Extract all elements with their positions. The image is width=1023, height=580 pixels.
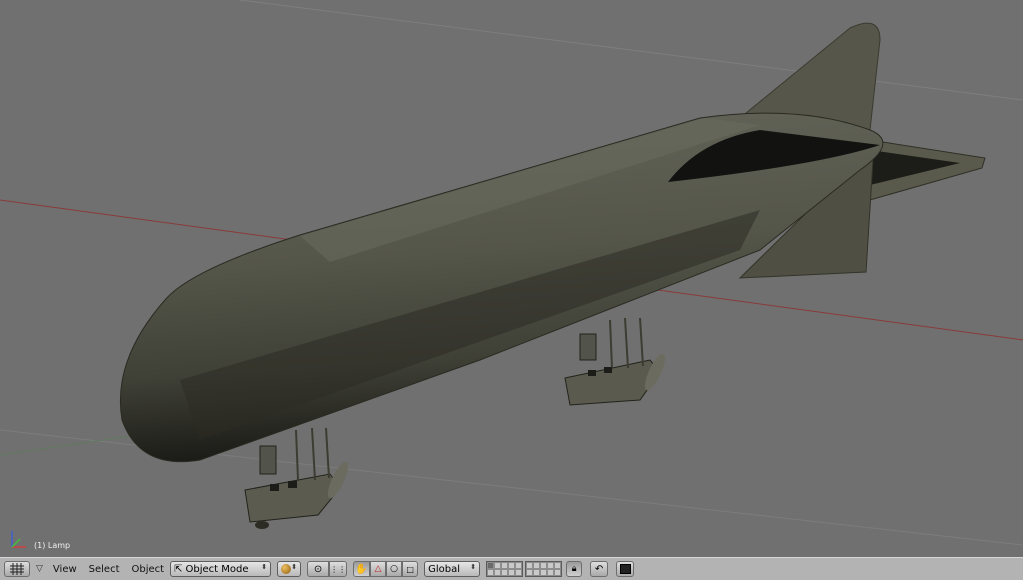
layer-button[interactable]: [487, 569, 495, 576]
undo-button[interactable]: ↶: [590, 561, 609, 577]
updown-arrow-icon: ⬍: [470, 563, 477, 571]
layer-button[interactable]: [494, 569, 502, 576]
render-button[interactable]: [616, 561, 635, 577]
layer-button[interactable]: [515, 569, 523, 576]
object-mode-icon: ⇱: [174, 563, 183, 575]
pivot-button[interactable]: ⊙: [307, 561, 330, 577]
3d-viewport[interactable]: (1) Lamp: [0, 0, 1023, 557]
translate-manipulator-button[interactable]: △: [370, 561, 387, 577]
triangle-down-icon[interactable]: ▽: [36, 564, 43, 574]
grid-line: [239, 0, 1023, 101]
layer-button[interactable]: [515, 562, 523, 569]
active-object-label: (1) Lamp: [34, 541, 71, 550]
orientation-selector[interactable]: Global ⬍: [424, 561, 481, 577]
rotate-icon: ○: [390, 564, 399, 574]
scale-icon: □: [406, 564, 414, 574]
mode-selector[interactable]: ⇱ Object Mode ⬍: [170, 561, 272, 577]
orientation-label: Global: [428, 563, 460, 575]
manipulator-toggle-button[interactable]: ✋: [353, 561, 371, 577]
undo-icon: ↶: [594, 563, 604, 575]
rear-gondola: [564, 317, 666, 406]
scale-manipulator-button[interactable]: □: [402, 561, 419, 577]
layer-button[interactable]: [508, 562, 516, 569]
layer-buttons-left[interactable]: [486, 561, 524, 577]
grid-icon: [10, 563, 24, 575]
layer-button[interactable]: [526, 569, 534, 576]
layer-button[interactable]: [508, 569, 516, 576]
rotate-manipulator-button[interactable]: ○: [386, 561, 403, 577]
render-icon: [619, 564, 631, 574]
object-menu[interactable]: Object: [126, 561, 171, 577]
zeppelin-scene: [0, 0, 1023, 546]
translate-icon: △: [374, 564, 382, 574]
layer-button[interactable]: [547, 569, 555, 576]
front-gondola: [244, 427, 349, 529]
layer-button[interactable]: [533, 569, 541, 576]
layer-button[interactable]: [540, 569, 548, 576]
shading-sphere-icon: [281, 564, 292, 574]
layer-button[interactable]: [540, 562, 548, 569]
layer-buttons-right[interactable]: [525, 561, 563, 577]
layer-button[interactable]: [501, 569, 509, 576]
layer-button[interactable]: [526, 562, 534, 569]
blender-window: (1) Lamp ▽ View Select Object ⇱ Object M…: [0, 0, 1023, 580]
layer-1-button[interactable]: [487, 562, 495, 569]
layer-button[interactable]: [501, 562, 509, 569]
axis-orientation-icon: [11, 531, 26, 548]
snap-icon: ⋮⋮: [330, 564, 347, 574]
draw-type-selector[interactable]: ⬍: [277, 561, 302, 577]
layer-button[interactable]: [554, 562, 562, 569]
mode-label: Object Mode: [185, 563, 249, 575]
snap-button[interactable]: ⋮⋮: [329, 561, 348, 577]
window-type-button[interactable]: [4, 561, 30, 577]
pivot-icon: ⊙: [313, 563, 323, 575]
layer-button[interactable]: [494, 562, 502, 569]
select-menu[interactable]: Select: [83, 561, 126, 577]
updown-arrow-icon: ⬍: [261, 563, 268, 571]
layer-button[interactable]: [533, 562, 541, 569]
lock-button[interactable]: 🔒︎: [566, 561, 583, 577]
lock-icon: 🔒︎: [571, 564, 577, 574]
view-menu[interactable]: View: [47, 561, 83, 577]
layer-button[interactable]: [554, 569, 562, 576]
layer-button[interactable]: [547, 562, 555, 569]
hand-icon: ✋: [355, 563, 368, 575]
updown-arrow-icon: ⬍: [291, 563, 298, 571]
3d-view-header: ▽ View Select Object ⇱ Object Mode ⬍ ⬍ ⊙…: [0, 557, 1023, 580]
